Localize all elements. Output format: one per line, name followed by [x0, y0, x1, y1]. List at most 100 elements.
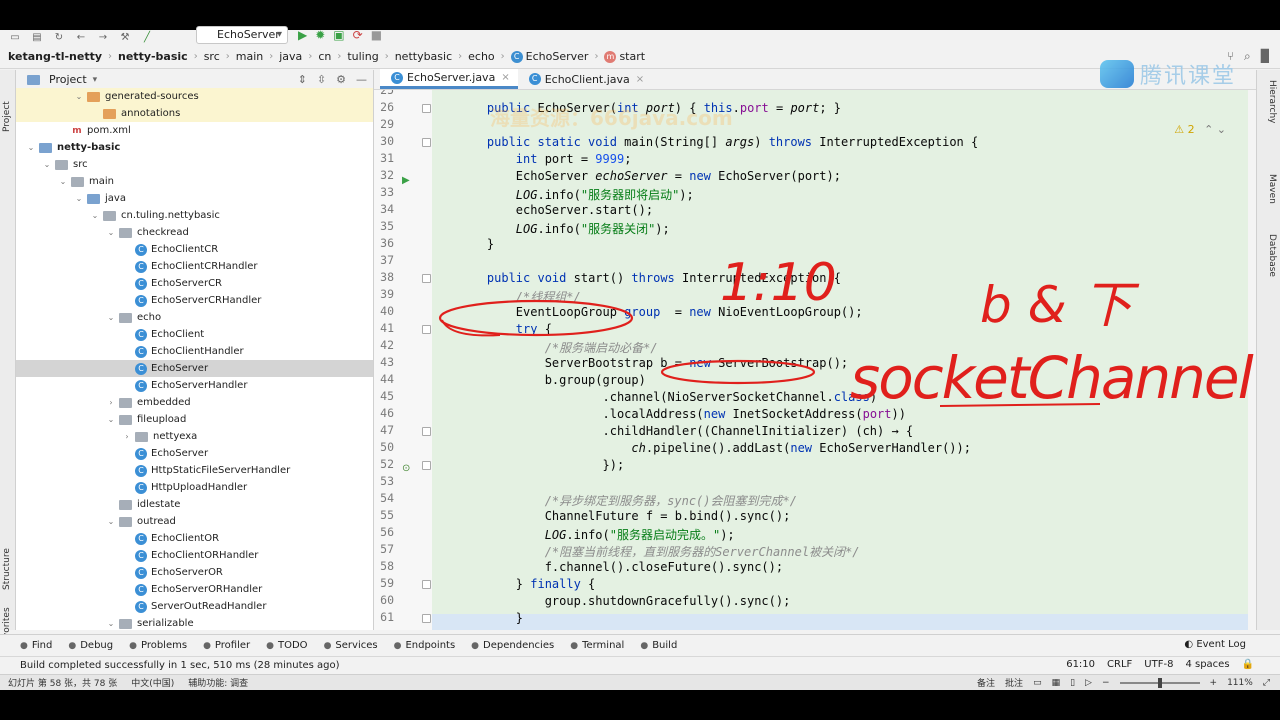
expand-icon[interactable]: ⇳	[317, 73, 326, 86]
file-encoding[interactable]: UTF-8	[1144, 659, 1173, 670]
code-line[interactable]: group.shutdownGracefully().sync();	[458, 594, 791, 608]
tool-tab-find[interactable]: ● Find	[20, 640, 52, 651]
tool-tab-terminal[interactable]: ● Terminal	[570, 640, 624, 651]
run-icon[interactable]: ▶	[298, 28, 307, 42]
code-line[interactable]: LOG.info("服务器启动完成。");	[458, 526, 735, 543]
tree-item[interactable]: C HttpStaticFileServerHandler	[16, 462, 373, 479]
tree-item[interactable]: idlestate	[16, 496, 373, 513]
zoom-in-icon[interactable]: +	[1210, 678, 1218, 688]
tree-item[interactable]: C EchoClientCRHandler	[16, 258, 373, 275]
debug-icon[interactable]: ✹	[315, 28, 325, 42]
fold-marker[interactable]	[422, 138, 431, 147]
code-line[interactable]: /*异步绑定到服务器，sync()会阻塞到完成*/	[458, 492, 797, 509]
warnings-indicator[interactable]: ⚠ 2 ⌃ ⌄	[1174, 123, 1226, 136]
tree-item[interactable]: annotations	[16, 105, 373, 122]
crumb-method[interactable]: start	[619, 50, 645, 63]
collapse-all-icon[interactable]: ⇕	[298, 73, 307, 86]
tree-item[interactable]: C EchoClient	[16, 326, 373, 343]
caret-position[interactable]: 61:10	[1066, 659, 1095, 670]
hierarchy-tool-tab[interactable]: Hierarchy	[1267, 80, 1277, 124]
zoom-level[interactable]: 111%	[1227, 678, 1253, 688]
sorter-view-icon[interactable]: ▦	[1052, 678, 1061, 688]
tree-item[interactable]: ⌄ serializable	[16, 615, 373, 630]
code-line[interactable]: EventLoopGroup group = new NioEventLoopG…	[458, 305, 863, 319]
code-line[interactable]: .channel(NioServerSocketChannel.class)	[458, 390, 877, 404]
code-line[interactable]: });	[458, 458, 624, 472]
code-line[interactable]: echoServer.start();	[458, 203, 653, 217]
code-line[interactable]: try {	[458, 322, 552, 336]
chevron-right-icon[interactable]: ›	[106, 398, 116, 407]
fold-marker[interactable]	[422, 325, 431, 334]
code-line[interactable]: public static void main(String[] args) t…	[458, 135, 978, 149]
tree-item[interactable]: C EchoClientHandler	[16, 343, 373, 360]
fold-marker[interactable]	[422, 104, 431, 113]
build-icon[interactable]: ⚒	[118, 32, 132, 44]
tree-item[interactable]: C EchoServer	[16, 445, 373, 462]
search-everywhere-icon[interactable]: ⌕	[1244, 49, 1251, 64]
chevron-down-icon[interactable]: ▾	[93, 75, 98, 85]
save-icon[interactable]: ▤	[30, 32, 44, 44]
ide-logo-icon[interactable]: ▉	[1261, 49, 1270, 64]
reading-view-icon[interactable]: ▯	[1070, 678, 1075, 688]
hammer-icon[interactable]: ╱	[140, 32, 154, 44]
code-line[interactable]: /*服务端启动必备*/	[458, 339, 658, 356]
crumb-src[interactable]: src	[204, 50, 220, 63]
code-line[interactable]: .localAddress(new InetSocketAddress(port…	[458, 407, 905, 421]
crumb-main[interactable]: main	[236, 50, 263, 63]
tab-echoclient[interactable]: C EchoClient.java ×	[518, 69, 652, 89]
code-line[interactable]: ChannelFuture f = b.bind().sync();	[458, 509, 791, 523]
tree-item[interactable]: ⌄ echo	[16, 309, 373, 326]
tool-tab-build[interactable]: ● Build	[640, 640, 677, 651]
chevron-down-icon[interactable]: ⌄	[106, 619, 116, 628]
tool-tab-debug[interactable]: ● Debug	[68, 640, 113, 651]
chevron-down-icon[interactable]: ⌄	[106, 313, 116, 322]
indent-setting[interactable]: 4 spaces	[1185, 659, 1229, 670]
tree-item[interactable]: › embedded	[16, 394, 373, 411]
crumb-java[interactable]: java	[279, 50, 302, 63]
crumb-tuling[interactable]: tuling	[347, 50, 378, 63]
coverage-icon[interactable]: ▣	[333, 28, 344, 42]
stop-icon[interactable]: ■	[371, 28, 382, 42]
comments-button[interactable]: 批注	[1005, 676, 1023, 689]
code-line[interactable]: } finally {	[458, 577, 595, 591]
tree-item[interactable]: C EchoServer	[16, 360, 373, 377]
tool-tab-dependencies[interactable]: ● Dependencies	[471, 640, 554, 651]
crumb-cn[interactable]: cn	[318, 50, 331, 63]
event-log-button[interactable]: ◐ Event Log	[1184, 639, 1246, 650]
database-tool-tab[interactable]: Database	[1267, 234, 1277, 277]
zoom-slider[interactable]	[1119, 677, 1200, 688]
tree-item[interactable]: ⌄ main	[16, 173, 373, 190]
tool-tab-services[interactable]: ● Services	[324, 640, 378, 651]
tool-tab-problems[interactable]: ● Problems	[129, 640, 187, 651]
code-line[interactable]: f.channel().closeFuture().sync();	[458, 560, 783, 574]
fold-marker[interactable]	[422, 461, 431, 470]
crumb-echo[interactable]: echo	[468, 50, 495, 63]
run-config-select[interactable]: EchoServer	[196, 26, 288, 44]
chevron-down-icon[interactable]: ⌄	[26, 143, 36, 152]
code-line[interactable]: EchoServer echoServer = new EchoServer(p…	[458, 169, 841, 183]
minimize-icon[interactable]: —	[356, 73, 367, 86]
tree-item[interactable]: C EchoServerORHandler	[16, 581, 373, 598]
normal-view-icon[interactable]: ▭	[1033, 678, 1042, 688]
tool-tab-endpoints[interactable]: ● Endpoints	[394, 640, 456, 651]
maven-tool-tab[interactable]: Maven	[1267, 174, 1277, 204]
tree-item[interactable]: ⌄ java	[16, 190, 373, 207]
close-icon[interactable]: ×	[636, 74, 644, 85]
code-editor[interactable]: 25 26 public EchoServer(int port) { this…	[374, 90, 1256, 630]
tool-tab-todo[interactable]: ● TODO	[266, 640, 307, 651]
fold-marker[interactable]	[422, 427, 431, 436]
tree-item[interactable]: ⌄ src	[16, 156, 373, 173]
fold-marker[interactable]	[422, 580, 431, 589]
crumb-nettybasic[interactable]: nettybasic	[395, 50, 452, 63]
tree-item[interactable]: C EchoClientOR	[16, 530, 373, 547]
code-line[interactable]: int port = 9999;	[458, 152, 632, 166]
chevron-down-icon[interactable]: ⌄	[106, 517, 116, 526]
editor-scrollbar[interactable]	[1248, 90, 1256, 630]
status-message[interactable]: Build completed successfully in 1 sec, 5…	[20, 660, 340, 671]
code-line[interactable]: /*阻塞当前线程，直到服务器的ServerChannel被关闭*/	[458, 543, 860, 560]
tree-item[interactable]: ⌄ cn.tuling.nettybasic	[16, 207, 373, 224]
chevron-down-icon[interactable]: ⌄	[74, 92, 84, 101]
line-separator[interactable]: CRLF	[1107, 659, 1132, 670]
tree-item[interactable]: C HttpUploadHandler	[16, 479, 373, 496]
folder-icon[interactable]: ▭	[8, 32, 22, 44]
